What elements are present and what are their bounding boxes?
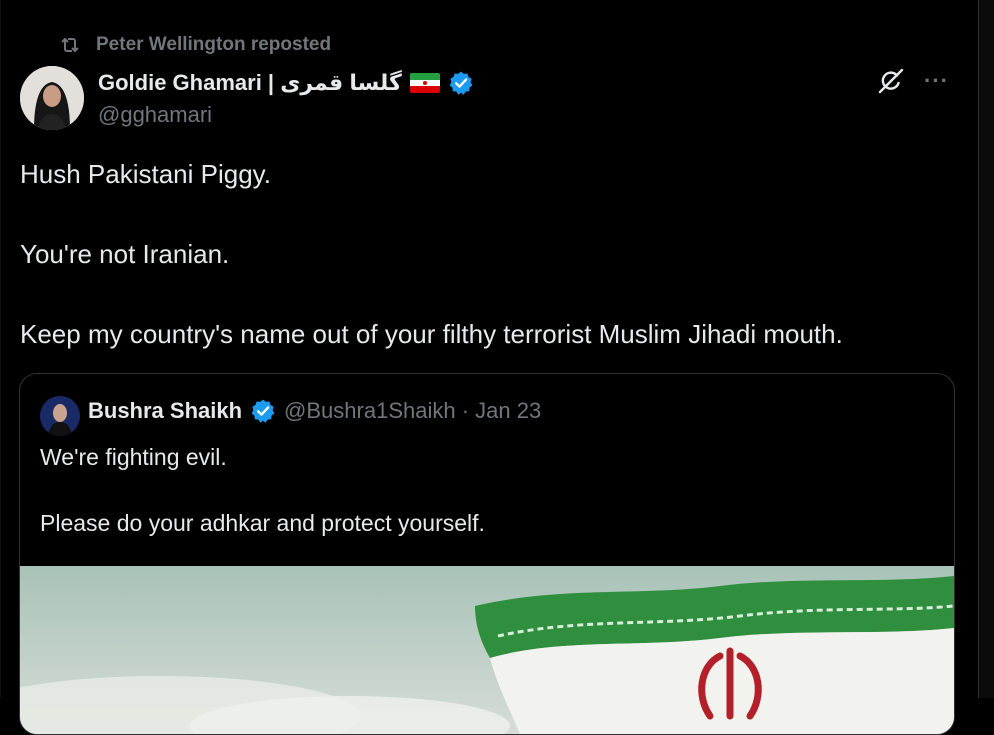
quoted-paragraph: Please do your adhkar and protect yourse… xyxy=(40,510,485,536)
quoted-author-avatar[interactable] xyxy=(40,396,80,436)
author-display-name[interactable]: Goldie Ghamari | گلسا قمری xyxy=(98,70,402,96)
author-avatar[interactable] xyxy=(20,66,84,130)
quoted-post-image[interactable] xyxy=(20,566,954,734)
scrollbar[interactable] xyxy=(979,0,994,698)
iran-flag-emoji xyxy=(409,73,440,93)
quoted-author-name[interactable]: Bushra Shaikh xyxy=(88,398,242,424)
post-body: Hush Pakistani Piggy. You're not Iranian… xyxy=(20,158,960,398)
repost-context[interactable]: Peter Wellington reposted xyxy=(58,34,331,56)
post-top-actions: ··· xyxy=(876,66,949,96)
post-paragraph: Hush Pakistani Piggy. xyxy=(20,159,271,189)
feed-left-border xyxy=(0,0,1,698)
more-options-icon[interactable]: ··· xyxy=(924,66,949,96)
quoted-paragraph: We're fighting evil. xyxy=(40,444,227,470)
verified-badge-icon xyxy=(251,399,275,423)
quoted-author-row[interactable]: Bushra Shaikh @Bushra1Shaikh · Jan 23 xyxy=(88,398,541,424)
quoted-post-card[interactable]: Bushra Shaikh @Bushra1Shaikh · Jan 23 We… xyxy=(19,373,955,735)
post-paragraph: Keep my country's name out of your filth… xyxy=(20,319,843,349)
post-paragraph: You're not Iranian. xyxy=(20,239,230,269)
repost-icon xyxy=(61,37,79,53)
quoted-author-meta[interactable]: @Bushra1Shaikh · Jan 23 xyxy=(284,398,541,424)
verified-badge-icon xyxy=(449,71,473,95)
grok-icon[interactable] xyxy=(876,66,906,96)
repost-label[interactable]: Peter Wellington reposted xyxy=(96,34,331,56)
author-handle[interactable]: @gghamari xyxy=(98,102,212,128)
author-name-row[interactable]: Goldie Ghamari | گلسا قمری xyxy=(98,66,474,100)
quoted-post-body: We're fighting evil. Please do your adhk… xyxy=(40,442,485,574)
